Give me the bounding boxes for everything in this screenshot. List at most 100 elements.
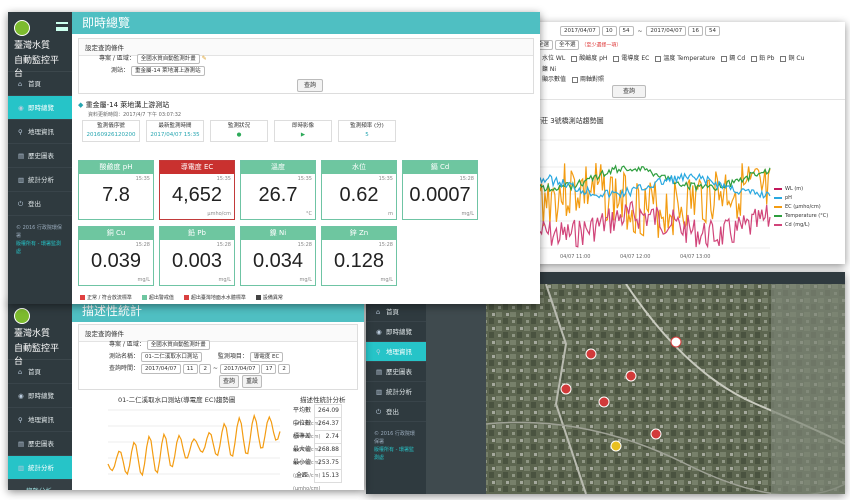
parameter-checkbox[interactable]: 電導度 EC [613,55,649,62]
stats-area-select[interactable]: 全國水質自動監測計畫 [146,339,210,350]
measurement-card[interactable]: 鋅 Zn 15:28 0.128 mg/L [321,226,397,286]
map-sidebar-item[interactable]: ⌂ 首頁 [366,302,426,322]
sidebar-item[interactable]: ⚲ 地理資訊 [8,120,72,144]
overview-query-button[interactable]: 查詢 [297,79,323,92]
stats-reset-button[interactable]: 重設 [242,375,262,388]
footer-link[interactable]: 版權所有 - 環署監測處 [16,240,64,256]
sidebar-item-icon: ⌂ [376,308,381,316]
parameter-checkbox[interactable]: 鎘 Cd [721,55,745,62]
stats-sidebar-item[interactable]: ▥ 統計分析 [8,456,72,480]
station-marker[interactable] [610,440,622,452]
stats-station-select[interactable]: 01-二仁溪取水口測站 [140,351,202,362]
map-footer-link[interactable]: 版權所有 - 環署監測處 [374,446,418,462]
stats-query-button[interactable]: 查詢 [219,375,239,388]
stats-unit: (μmho/cm) [293,486,321,490]
trend-legend-item[interactable]: Cd (mg/L) [774,222,844,228]
sidebar-item[interactable]: ◉ 即時總覽 [8,96,72,120]
card-label: 鋅 Zn [322,227,396,240]
checkbox[interactable] [571,55,578,62]
checkbox[interactable] [613,55,620,62]
sidebar-item[interactable]: ⌂ 首頁 [8,72,72,96]
card-time: 15:35 [135,176,150,182]
trend-query-button[interactable]: 查詢 [612,85,646,98]
parameter-checkbox[interactable]: 酸鹼度 pH [571,55,607,62]
trend-legend-item[interactable]: Temperature (°C) [774,213,844,219]
parameter-checkbox[interactable]: 溫度 Temperature [655,55,715,62]
parameter-checkbox[interactable]: 鉛 Pb [751,55,774,62]
info-box[interactable]: 即時影像 ▶ [274,120,332,142]
stats-date-start[interactable]: 2017/04/07 [140,363,181,374]
map-sidebar-item[interactable]: ⏻ 登出 [366,402,426,422]
map-sidebar-item[interactable]: ⚲ 地理資訊 [366,342,426,362]
measurement-card[interactable]: 銅 Cu 15:28 0.039 mg/L [78,226,154,286]
trend-min-start[interactable]: 54 [618,26,634,36]
stats-date-end[interactable]: 2017/04/07 [219,363,260,374]
trend-legend-item[interactable]: pH [774,195,844,201]
trend-date-end[interactable]: 2017/04/07 [646,26,687,36]
stats-sidebar-item[interactable]: ◉ 即時總覽 [8,384,72,408]
sidebar-item[interactable]: ⏻ 登出 [8,192,72,216]
map-sidebar-item[interactable]: ▥ 統計分析 [366,382,426,402]
trend-date-start[interactable]: 2017/04/07 [560,26,600,36]
stats-item-select[interactable]: 導電度 EC [249,351,284,362]
trend-legend-item[interactable]: WL (m) [774,186,844,192]
trend-series-line [539,200,771,249]
stats-sidebar-item[interactable]: ⚲ 地理資訊 [8,408,72,432]
card-value: 0.0007 [409,184,471,206]
measurement-card[interactable]: 導電度 EC 15:35 4,652 μmho/cm [159,160,235,220]
stats-hour-start[interactable]: 11 [182,363,198,374]
stats-min-end[interactable]: 2 [278,363,290,374]
trend-hour-end[interactable]: 16 [688,26,704,36]
stats-sidebar-item[interactable]: ▤ 歷史圖表 [8,432,72,456]
trend-min-end[interactable]: 54 [704,26,720,36]
sidebar-item-icon: ⏻ [18,200,24,208]
trend-legend-item[interactable]: EC (μmho/cm) [774,204,844,210]
station-marker[interactable] [598,396,610,408]
info-value: 2017/04/07 15:35 [150,132,200,138]
measurement-card[interactable]: 鎳 Ni 15:28 0.034 mg/L [240,226,316,286]
trend-checks-row1: 水位 WL 酸鹼度 pH 電導度 EC 溫度 Temperature 鎘 Cd 鉛 Pb 銅… [534,53,810,62]
checkbox[interactable] [572,76,579,83]
parameter-checkbox[interactable]: 兩軸對照 [572,76,604,83]
map-sidebar-item[interactable]: ◉ 即時總覽 [366,322,426,342]
trend-legend-label: WL (m) [785,186,804,192]
trend-hour-start[interactable]: 10 [601,26,617,36]
station-marker[interactable] [625,370,637,382]
sidebar-subitem[interactable]: 趨勢分析 [8,480,72,490]
overview-area-select[interactable]: 全國水質自動監測計畫 [136,53,200,64]
measurement-card[interactable]: 溫度 15:35 26.7 °C [240,160,316,220]
stats-min-start[interactable]: 2 [199,363,211,374]
card-unit: mg/L [218,277,231,283]
checkbox[interactable] [780,55,787,62]
station-marker[interactable] [650,428,662,440]
stats-brand-line1: 臺灣水質 [14,329,51,339]
checkbox[interactable] [721,55,728,62]
menu-toggle-icon[interactable] [56,22,68,31]
sidebar-item[interactable]: ▥ 統計分析 [8,168,72,192]
stats-key: 中位數 [292,420,311,427]
overview-station-select[interactable]: 重金屬-14 萊地溝上游測站 [130,65,205,76]
satellite-map[interactable] [426,284,845,494]
measurement-card[interactable]: 水位 15:35 0.62 m [321,160,397,220]
edit-icon[interactable]: ✎ [202,55,207,62]
stats-sidebar-item[interactable]: ⌂ 首頁 [8,360,72,384]
info-box: 監測儀序號 20160926120200 [82,120,140,142]
trend-select-row: 全選 全不選 （至少選擇一項） [534,40,621,50]
stats-hour-end[interactable]: 17 [261,363,277,374]
checkbox[interactable] [655,55,662,62]
measurement-card[interactable]: 鉛 Pb 15:28 0.003 mg/L [159,226,235,286]
overview-area-row: 專案 / 區域： 全國水質自動監測計畫 ✎ [99,53,207,64]
sidebar-item[interactable]: ▤ 歷史圖表 [8,144,72,168]
checkbox[interactable] [751,55,758,62]
station-marker[interactable] [670,336,682,348]
station-marker[interactable] [560,383,572,395]
clear-all-button[interactable]: 全不選 [554,40,580,50]
station-marker[interactable] [585,348,597,360]
sidebar-item-label: 即時總覽 [28,104,54,112]
measurement-card[interactable]: 酸鹼度 pH 15:35 7.8 [78,160,154,220]
parameter-checkbox[interactable]: 銅 Cu [780,55,804,62]
card-label: 銅 Cu [79,227,153,240]
measurement-card[interactable]: 鎘 Cd 15:28 0.0007 mg/L [402,160,478,220]
legend-item: 超出臺灣地面水水體標準 [183,295,246,301]
map-sidebar-item[interactable]: ▤ 歷史圖表 [366,362,426,382]
